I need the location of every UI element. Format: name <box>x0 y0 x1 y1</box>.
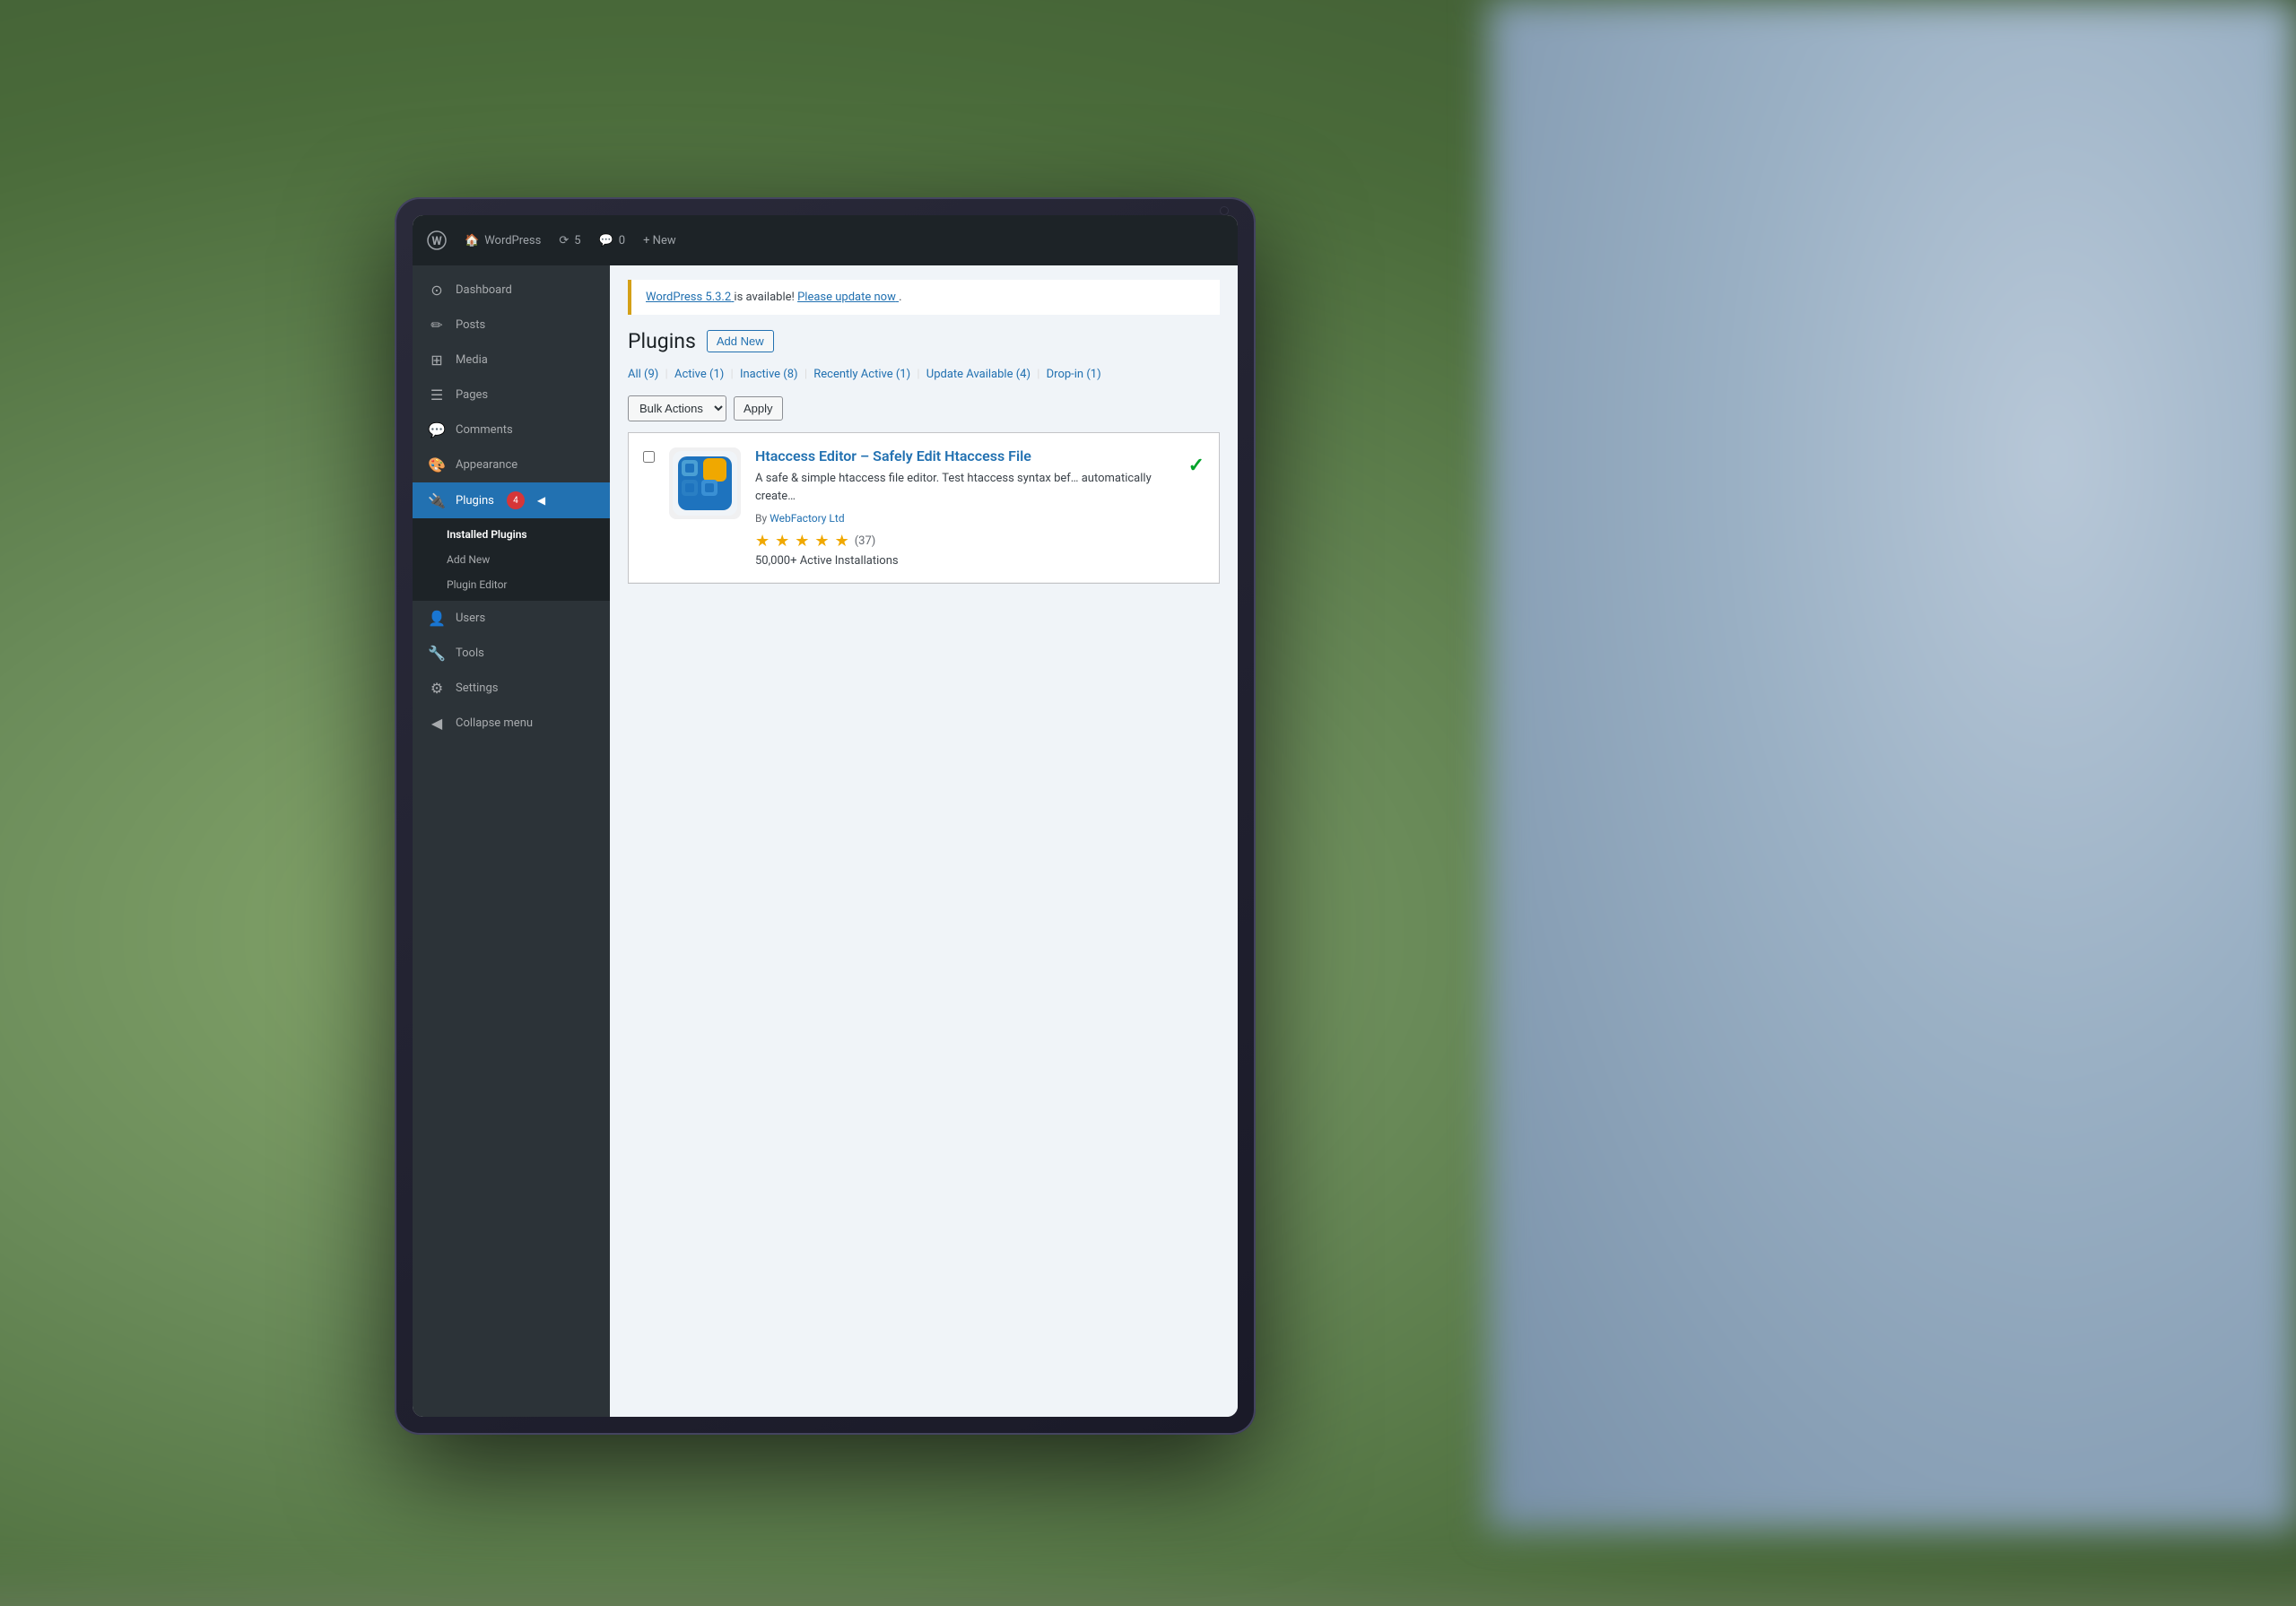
sidebar-item-tools[interactable]: 🔧 Tools <box>413 636 610 671</box>
sidebar-item-posts[interactable]: ✏ Posts <box>413 308 610 343</box>
star-3: ★ <box>795 532 809 551</box>
collapse-icon: ◀ <box>427 715 447 732</box>
pages-icon: ☰ <box>427 386 447 404</box>
sidebar: ⊙ Dashboard ✏ Posts ⊞ Media ☰ Pages 💬 <box>413 265 610 1417</box>
sidebar-item-collapse[interactable]: ◀ Collapse menu <box>413 706 610 741</box>
sidebar-item-appearance[interactable]: 🎨 Appearance <box>413 447 610 482</box>
page-header: Plugins Add New <box>610 322 1238 364</box>
admin-bar-updates[interactable]: ⟳ 5 <box>559 234 580 247</box>
sidebar-item-label: Pages <box>456 388 488 402</box>
sidebar-item-dashboard[interactable]: ⊙ Dashboard <box>413 273 610 308</box>
sidebar-item-label: Dashboard <box>456 283 512 297</box>
comments-icon: 💬 <box>427 421 447 438</box>
admin-bar-home[interactable]: 🏠 WordPress <box>465 234 541 247</box>
filter-all[interactable]: All (9) <box>628 368 658 381</box>
sidebar-sub-installed[interactable]: Installed Plugins <box>413 522 610 547</box>
admin-bar-comments[interactable]: 💬 0 <box>599 234 626 247</box>
update-now-link[interactable]: Please update now <box>797 291 899 304</box>
sidebar-item-label: Users <box>456 612 485 625</box>
sidebar-item-pages[interactable]: ☰ Pages <box>413 378 610 412</box>
plugin-info: Htaccess Editor – Safely Edit Htaccess F… <box>755 447 1174 568</box>
update-notice: WordPress 5.3.2 is available! Please upd… <box>628 280 1220 315</box>
bulk-apply-button[interactable]: Apply <box>734 396 783 421</box>
comments-count: 0 <box>619 234 625 247</box>
filter-recently-active[interactable]: Recently Active (1) <box>813 368 910 381</box>
tools-icon: 🔧 <box>427 645 447 662</box>
star-2: ★ <box>775 532 789 551</box>
svg-text:W: W <box>431 235 442 248</box>
sidebar-sub-editor[interactable]: Plugin Editor <box>413 572 610 597</box>
sidebar-item-label: Collapse menu <box>456 716 533 730</box>
admin-bar: W 🏠 WordPress ⟳ 5 💬 0 + New <box>413 215 1238 265</box>
bulk-actions-bar: Bulk Actions Activate Deactivate Update … <box>610 388 1238 432</box>
page-title: Plugins <box>628 329 696 353</box>
filter-bar: All (9) | Active (1) | Inactive (8) | Re… <box>610 364 1238 388</box>
filter-update-available[interactable]: Update Available (4) <box>926 368 1031 381</box>
updates-count: 5 <box>574 234 580 247</box>
comments-icon: 💬 <box>599 234 613 247</box>
plugins-icon: 🔌 <box>427 492 447 509</box>
plugin-icon <box>669 447 741 519</box>
plugin-row: Htaccess Editor – Safely Edit Htaccess F… <box>629 433 1219 583</box>
sidebar-item-label: Posts <box>456 318 485 332</box>
plugin-description: A safe & simple htaccess file editor. Te… <box>755 470 1174 505</box>
posts-icon: ✏ <box>427 317 447 334</box>
settings-icon: ⚙ <box>427 680 447 697</box>
sidebar-item-users[interactable]: 👤 Users <box>413 601 610 636</box>
plugins-submenu: Installed Plugins Add New Plugin Editor <box>413 518 610 601</box>
sidebar-item-media[interactable]: ⊞ Media <box>413 343 610 378</box>
content-area: WordPress 5.3.2 is available! Please upd… <box>610 265 1238 1417</box>
wp-logo-icon: W <box>427 230 447 250</box>
dashboard-icon: ⊙ <box>427 282 447 299</box>
sidebar-item-label: Settings <box>456 681 498 695</box>
sidebar-sub-add-new[interactable]: Add New <box>413 547 610 572</box>
filter-drop-in[interactable]: Drop-in (1) <box>1047 368 1101 381</box>
sidebar-item-label: Comments <box>456 423 513 437</box>
device-frame: W 🏠 WordPress ⟳ 5 💬 0 + New <box>395 197 1256 1435</box>
home-icon: 🏠 <box>465 234 479 247</box>
sidebar-item-settings[interactable]: ⚙ Settings <box>413 671 610 706</box>
bulk-actions-select[interactable]: Bulk Actions Activate Deactivate Update … <box>628 395 726 421</box>
plugin-installs: 50,000+ Active Installations <box>755 554 1174 568</box>
plugin-name[interactable]: Htaccess Editor – Safely Edit Htaccess F… <box>755 447 1174 464</box>
add-new-button[interactable]: Add New <box>707 330 774 352</box>
plugins-arrow-icon: ◀ <box>537 494 545 507</box>
wp-version-link[interactable]: WordPress 5.3.2 <box>646 291 734 304</box>
sidebar-item-label: Media <box>456 353 488 367</box>
plugins-badge: 4 <box>507 491 525 509</box>
plugin-checkbox[interactable] <box>643 451 655 463</box>
users-icon: 👤 <box>427 610 447 627</box>
appearance-icon: 🎨 <box>427 456 447 473</box>
star-4: ★ <box>814 532 829 551</box>
filter-inactive[interactable]: Inactive (8) <box>740 368 798 381</box>
plugin-author-link[interactable]: WebFactory Ltd <box>770 512 844 525</box>
plugin-author: By WebFactory Ltd <box>755 512 1174 525</box>
sidebar-item-comments[interactable]: 💬 Comments <box>413 412 610 447</box>
sidebar-item-label: Appearance <box>456 458 517 472</box>
new-label: + New <box>643 234 676 247</box>
updates-icon: ⟳ <box>559 234 569 247</box>
plugin-active-indicator: ✓ <box>1188 455 1205 477</box>
admin-bar-new[interactable]: + New <box>643 234 676 247</box>
main-layout: ⊙ Dashboard ✏ Posts ⊞ Media ☰ Pages 💬 <box>413 265 1238 1417</box>
filter-active[interactable]: Active (1) <box>674 368 724 381</box>
sidebar-item-plugins[interactable]: 🔌 Plugins 4 ◀ <box>413 482 610 518</box>
device-screen: W 🏠 WordPress ⟳ 5 💬 0 + New <box>413 215 1238 1417</box>
star-1: ★ <box>755 532 770 551</box>
plugin-ratings: ★ ★ ★ ★ ★ (37) <box>755 532 1174 551</box>
rating-count: (37) <box>855 534 876 548</box>
sidebar-item-label: Tools <box>456 647 484 660</box>
plugin-list: Htaccess Editor – Safely Edit Htaccess F… <box>628 432 1220 584</box>
media-icon: ⊞ <box>427 352 447 369</box>
background-right <box>1489 0 2296 1530</box>
star-5: ★ <box>835 532 849 551</box>
site-name: WordPress <box>484 234 541 247</box>
camera-dot <box>1220 206 1229 215</box>
sidebar-item-label: Plugins <box>456 494 494 508</box>
